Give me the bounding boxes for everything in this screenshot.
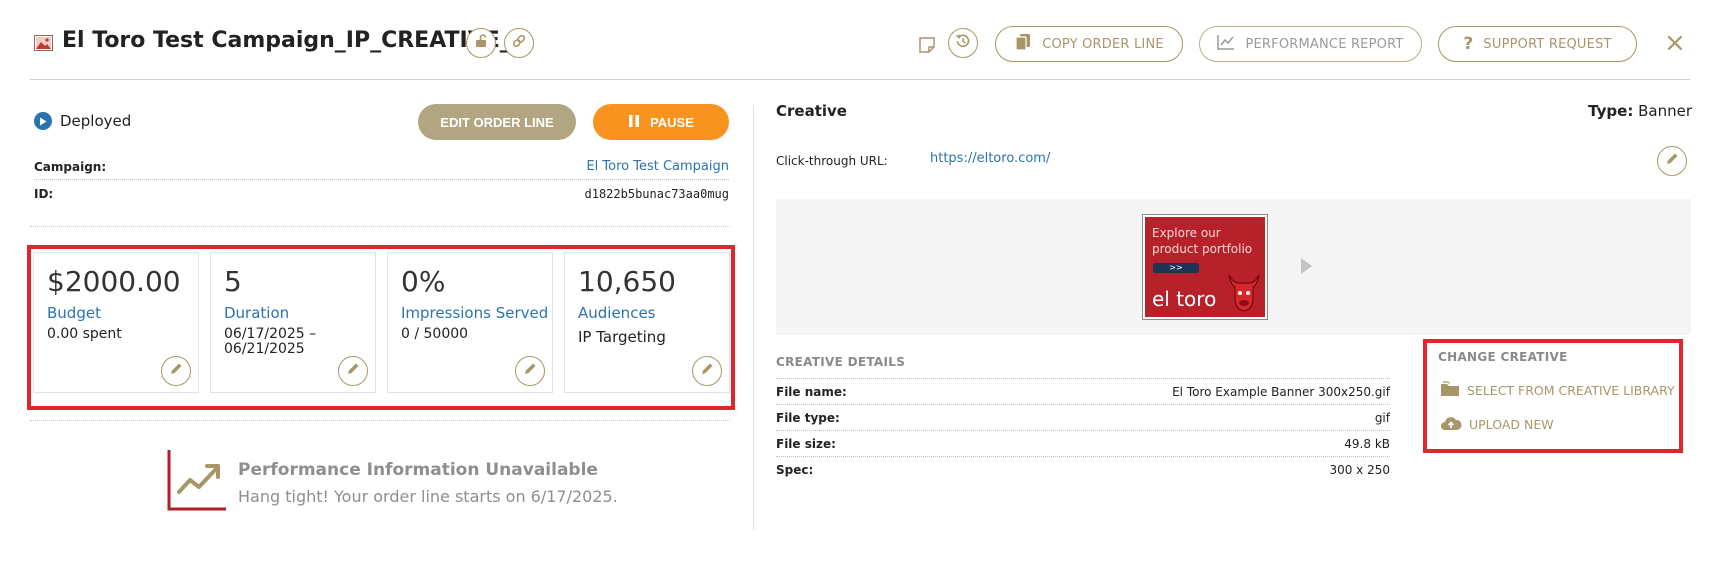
edit-impressions-button[interactable] (515, 356, 545, 386)
question-icon: ? (1463, 34, 1474, 54)
creative-section-title: Creative (776, 102, 847, 120)
upload-new-label: UPLOAD NEW (1469, 417, 1554, 432)
campaign-link[interactable]: El Toro Test Campaign (586, 159, 729, 174)
banner-text: Explore our product portfolio (1152, 226, 1253, 256)
copy-order-line-label: COPY ORDER LINE (1042, 36, 1164, 52)
impressions-label: Impressions Served (401, 304, 549, 322)
id-label: ID: (34, 187, 54, 201)
performance-report-label: PERFORMANCE REPORT (1245, 36, 1404, 52)
performance-chart-icon (166, 448, 228, 516)
spec-value: 300 x 250 (1329, 462, 1390, 477)
click-through-url[interactable]: https://eltoro.com/ (930, 151, 1050, 166)
performance-unavailable-title: Performance Information Unavailable (238, 460, 598, 480)
creative-banner-thumbnail[interactable]: Explore our product portfolio >> el toro (1142, 214, 1268, 320)
edit-budget-button[interactable] (161, 356, 191, 386)
pause-label: PAUSE (650, 114, 694, 130)
budget-card: $2000.00 Budget 0.00 spent (33, 252, 199, 393)
file-type-value: gif (1374, 410, 1390, 425)
file-type-label: File type: (776, 410, 840, 425)
pencil-icon (345, 361, 361, 381)
duration-value: 5 (224, 265, 242, 298)
pause-icon (628, 114, 640, 131)
file-size-row: File size: 49.8 kB (776, 430, 1390, 456)
support-request-button[interactable]: ? SUPPORT REQUEST (1438, 26, 1637, 62)
header-divider (30, 79, 1690, 80)
status-label: Deployed (60, 112, 132, 130)
line-chart-icon (1217, 34, 1235, 54)
file-name-row: File name: El Toro Example Banner 300x25… (776, 378, 1390, 404)
duration-label: Duration (224, 304, 290, 322)
cloud-upload-icon (1440, 415, 1462, 434)
link-icon (511, 33, 527, 53)
spec-label: Spec: (776, 462, 814, 477)
unlock-button[interactable] (466, 28, 496, 58)
budget-label: Budget (47, 304, 101, 322)
audiences-card: 10,650 Audiences IP Targeting (564, 252, 730, 393)
unlock-icon (473, 33, 489, 53)
creative-type: Type: Banner (1588, 102, 1692, 120)
audiences-value: 10,650 (578, 265, 676, 298)
support-request-label: SUPPORT REQUEST (1483, 36, 1612, 52)
id-value: d1822b5bunac73aa0mug (584, 187, 730, 201)
banner-cta: >> (1153, 263, 1199, 273)
audiences-label: Audiences (578, 304, 656, 322)
pencil-icon (699, 361, 715, 381)
link-button[interactable] (504, 28, 534, 58)
pencil-icon (168, 361, 184, 381)
copy-icon (1014, 33, 1032, 55)
budget-value: $2000.00 (47, 265, 181, 298)
performance-report-button[interactable]: PERFORMANCE REPORT (1199, 26, 1422, 62)
audiences-type: IP Targeting (578, 328, 666, 346)
history-icon (954, 32, 972, 54)
pencil-icon (1664, 151, 1680, 171)
creative-image-icon (34, 35, 53, 51)
banner-image: Explore our product portfolio >> el toro (1145, 217, 1265, 317)
budget-spent: 0.00 spent (47, 326, 122, 342)
file-size-value: 49.8 kB (1344, 436, 1390, 451)
impressions-value: 0% (401, 265, 446, 298)
spec-row: Spec: 300 x 250 (776, 456, 1390, 482)
edit-order-line-button[interactable]: EDIT ORDER LINE (418, 104, 576, 140)
upload-new-button[interactable]: UPLOAD NEW (1440, 415, 1554, 434)
edit-click-through-button[interactable] (1657, 146, 1687, 176)
play-icon (34, 112, 52, 130)
creative-details-title: CREATIVE DETAILS (776, 355, 906, 369)
status-indicator: Deployed (34, 112, 131, 130)
impressions-count: 0 / 50000 (401, 326, 469, 342)
id-row: ID: d1822b5bunac73aa0mug (34, 181, 729, 207)
file-name-label: File name: (776, 384, 847, 399)
close-icon[interactable]: × (1664, 28, 1686, 58)
next-creative-arrow-icon[interactable] (1299, 257, 1313, 279)
file-name-value: El Toro Example Banner 300x250.gif (1172, 384, 1390, 399)
banner-brand: el toro (1152, 287, 1217, 311)
edit-duration-button[interactable] (338, 356, 368, 386)
section-divider (30, 420, 730, 421)
impressions-card: 0% Impressions Served 0 / 50000 (387, 252, 553, 393)
file-size-label: File size: (776, 436, 836, 451)
campaign-label: Campaign: (34, 159, 107, 174)
creative-type-label: Type: (1588, 102, 1634, 120)
duration-card: 5 Duration 06/17/2025 – 06/21/2025 (210, 252, 376, 393)
click-through-label: Click-through URL: (776, 154, 888, 168)
campaign-row: Campaign: El Toro Test Campaign (34, 154, 729, 180)
edit-audiences-button[interactable] (692, 356, 722, 386)
bull-mascot-icon (1223, 269, 1265, 317)
panel-divider (753, 105, 754, 530)
change-creative-title: CHANGE CREATIVE (1438, 350, 1568, 364)
creative-type-value: Banner (1638, 102, 1692, 120)
performance-unavailable-message: Hang tight! Your order line starts on 6/… (238, 487, 618, 506)
select-from-library-label: SELECT FROM CREATIVE LIBRARY (1467, 383, 1675, 398)
folder-icon (1440, 381, 1460, 400)
history-button[interactable] (948, 28, 978, 58)
select-from-library-button[interactable]: SELECT FROM CREATIVE LIBRARY (1440, 381, 1675, 400)
note-icon[interactable] (918, 36, 936, 58)
pencil-icon (522, 361, 538, 381)
section-divider (30, 226, 730, 227)
pause-button[interactable]: PAUSE (593, 104, 729, 140)
copy-order-line-button[interactable]: COPY ORDER LINE (995, 26, 1183, 62)
file-type-row: File type: gif (776, 404, 1390, 430)
duration-dates: 06/17/2025 – 06/21/2025 (224, 326, 317, 357)
page-title: El Toro Test Campaign_IP_CREATIVE_... (62, 28, 536, 53)
